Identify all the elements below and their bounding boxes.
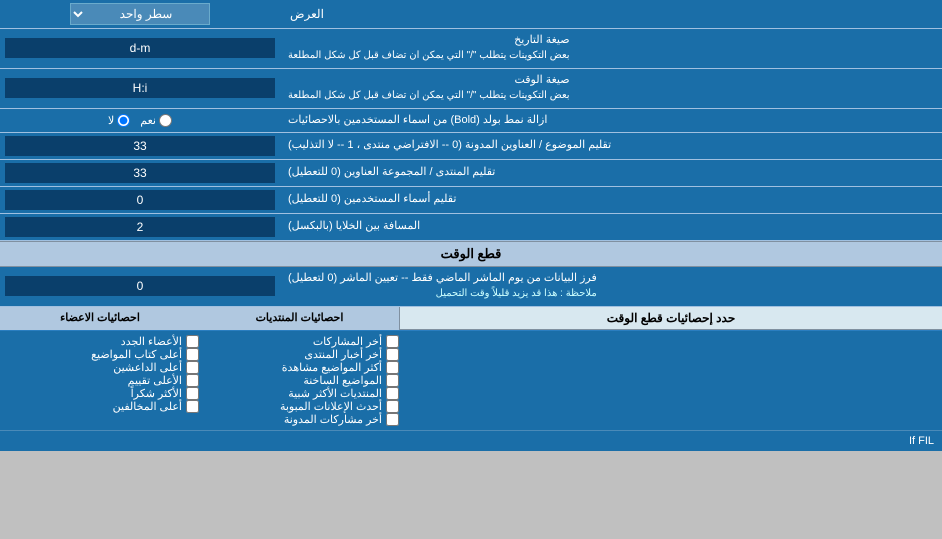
top-row: العرض سطر واحدسطرينثلاثة أسطر xyxy=(0,0,942,29)
top-rated-checkbox[interactable] xyxy=(186,374,199,387)
checkbox-content: أخر المشاركات أخر أخبار المنتدى أكثر الم… xyxy=(0,331,942,430)
list-item: المنتديات الأكثر شبية xyxy=(209,387,399,400)
forum-limit-row: تقليم المنتدى / المجموعة العناوين (0 للت… xyxy=(0,160,942,187)
bold-radio-cell: نعم لا xyxy=(0,109,280,132)
new-members-checkbox[interactable] xyxy=(186,335,199,348)
latest-ads-checkbox[interactable] xyxy=(386,400,399,413)
list-item: أعلى المخالفين xyxy=(9,400,199,413)
col3-checkboxes xyxy=(404,335,938,426)
time-cutoff-label: فرز البيانات من يوم الماشر الماضي فقط --… xyxy=(280,267,942,306)
top-active-checkbox[interactable] xyxy=(186,361,199,374)
cells-distance-input-cell xyxy=(0,214,280,240)
date-format-label: صيغة التاريخبعض التكوينات يتطلب "/" التي… xyxy=(280,29,942,68)
topics-limit-input-cell xyxy=(0,133,280,159)
forum-limit-label: تقليم المنتدى / المجموعة العناوين (0 للت… xyxy=(280,160,942,186)
top-label: العرض xyxy=(280,0,942,28)
ifFIL-row: If FIL xyxy=(0,430,942,451)
date-format-input[interactable] xyxy=(5,38,275,58)
list-item: أعلى الداعشين xyxy=(9,361,199,374)
bold-no-radio[interactable] xyxy=(117,114,130,127)
col1-header: احصائيات الاعضاء xyxy=(0,307,200,330)
latest-shared-checkbox[interactable] xyxy=(386,413,399,426)
col2-checkboxes: أخر المشاركات أخر أخبار المنتدى أكثر الم… xyxy=(204,335,404,426)
cells-distance-label: المسافة بين الخلايا (بالبكسل) xyxy=(280,214,942,240)
list-item: الأعلى تقييم xyxy=(9,374,199,387)
most-viewed-checkbox[interactable] xyxy=(386,361,399,374)
users-limit-label: تقليم أسماء المستخدمين (0 للتعطيل) xyxy=(280,187,942,213)
bold-yes-label[interactable]: نعم xyxy=(140,114,172,127)
users-limit-input[interactable] xyxy=(5,190,275,210)
list-item: الأكثر شكراً xyxy=(9,387,199,400)
time-format-row: صيغة الوقتبعض التكوينات يتطلب "/" التي ي… xyxy=(0,69,942,109)
col2-header: احصائيات المنتديات xyxy=(200,307,400,330)
checkbox-section: حدد إحصائيات قطع الوقت احصائيات المنتديا… xyxy=(0,307,942,430)
cells-distance-row: المسافة بين الخلايا (بالبكسل) xyxy=(0,214,942,241)
latest-posts-checkbox[interactable] xyxy=(386,335,399,348)
time-cutoff-input-cell xyxy=(0,267,280,306)
list-item: أحدث الإعلانات المبوبة xyxy=(209,400,399,413)
users-limit-row: تقليم أسماء المستخدمين (0 للتعطيل) xyxy=(0,187,942,214)
top-visitors-checkbox[interactable] xyxy=(186,400,199,413)
topics-limit-label: تقليم الموضوع / العناوين المدونة (0 -- ا… xyxy=(280,133,942,159)
ifFIL-text: If FIL xyxy=(909,435,934,447)
display-select[interactable]: سطر واحدسطرينثلاثة أسطر xyxy=(70,3,210,25)
top-posters-checkbox[interactable] xyxy=(186,348,199,361)
time-format-input-cell xyxy=(0,69,280,108)
date-format-input-cell xyxy=(0,29,280,68)
list-item: أعلى كتاب المواضيع xyxy=(9,348,199,361)
list-item: أكثر المواضيع مشاهدة xyxy=(209,361,399,374)
time-format-input[interactable] xyxy=(5,78,275,98)
date-format-row: صيغة التاريخبعض التكوينات يتطلب "/" التي… xyxy=(0,29,942,69)
cells-distance-input[interactable] xyxy=(5,217,275,237)
topics-limit-row: تقليم الموضوع / العناوين المدونة (0 -- ا… xyxy=(0,133,942,160)
hot-topics-checkbox[interactable] xyxy=(386,374,399,387)
time-cutoff-header: قطع الوقت xyxy=(0,241,942,267)
bold-yes-radio[interactable] xyxy=(159,114,172,127)
most-similar-checkbox[interactable] xyxy=(386,387,399,400)
forum-limit-input-cell xyxy=(0,160,280,186)
bold-label: ازالة نمط بولد (Bold) من اسماء المستخدمي… xyxy=(280,109,942,132)
list-item: المواضيع الساخنة xyxy=(209,374,399,387)
time-cutoff-row: فرز البيانات من يوم الماشر الماضي فقط --… xyxy=(0,267,942,307)
stats-cutoff-header: حدد إحصائيات قطع الوقت xyxy=(400,307,942,330)
bold-row: ازالة نمط بولد (Bold) من اسماء المستخدمي… xyxy=(0,109,942,133)
bold-no-label[interactable]: لا xyxy=(108,114,130,127)
top-select-cell[interactable]: سطر واحدسطرينثلاثة أسطر xyxy=(0,0,280,28)
list-item: أخر المشاركات xyxy=(209,335,399,348)
list-item: أخر أخبار المنتدى xyxy=(209,348,399,361)
forum-limit-input[interactable] xyxy=(5,163,275,183)
list-item: الأعضاء الجدد xyxy=(9,335,199,348)
users-limit-input-cell xyxy=(0,187,280,213)
time-cutoff-input[interactable] xyxy=(5,276,275,296)
most-thanks-checkbox[interactable] xyxy=(186,387,199,400)
topics-limit-input[interactable] xyxy=(5,136,275,156)
latest-forum-checkbox[interactable] xyxy=(386,348,399,361)
list-item: أخر مشاركات المدونة xyxy=(209,413,399,426)
time-format-label: صيغة الوقتبعض التكوينات يتطلب "/" التي ي… xyxy=(280,69,942,108)
col1-checkboxes: الأعضاء الجدد أعلى كتاب المواضيع أعلى ال… xyxy=(4,335,204,426)
checkbox-headers-row: حدد إحصائيات قطع الوقت احصائيات المنتديا… xyxy=(0,307,942,331)
